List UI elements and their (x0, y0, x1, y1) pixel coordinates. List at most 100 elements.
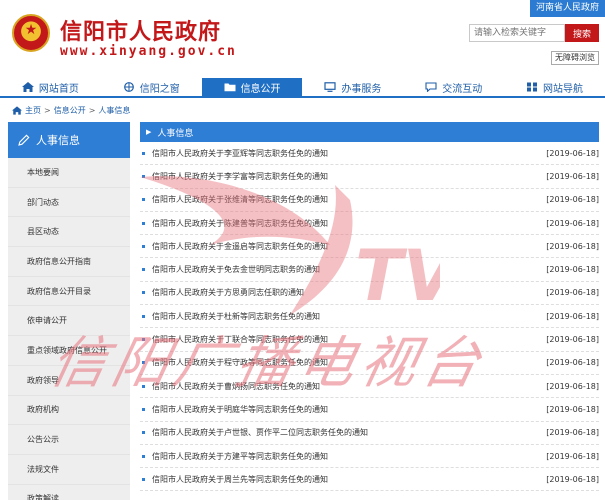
nav-item-window[interactable]: 信阳之窗 (101, 78, 202, 96)
list-item[interactable]: 信阳市人民政府关于曹炳扬同志职务任免的通知 [2019-06-18] (140, 375, 599, 399)
notice-title[interactable]: 信阳市人民政府关于陈建普等同志职务任免的通知 (152, 218, 543, 229)
sidebar-item-announcements[interactable]: 公告公示 (8, 425, 130, 455)
notice-title[interactable]: 信阳市人民政府关于丁联合等同志职务任免的通知 (152, 334, 543, 345)
breadcrumb: 主页 > 信息公开 > 人事信息 (12, 103, 130, 117)
sidebar-item-regulations[interactable]: 法规文件 (8, 455, 130, 485)
notice-title[interactable]: 信阳市人民政府关于李学富等同志职务任免的通知 (152, 171, 543, 182)
nav-item-info-disclosure[interactable]: 信息公开 (201, 78, 303, 96)
list-item[interactable]: 信阳市人民政府关于方思勇同志任职的通知 [2019-06-18] (140, 282, 599, 306)
notice-title[interactable]: 信阳市人民政府关于曹炳扬同志职务任免的通知 (152, 381, 543, 392)
breadcrumb-separator: > (88, 105, 96, 115)
sidebar-item-disclosure-guide[interactable]: 政府信息公开指南 (8, 247, 130, 277)
notice-title[interactable]: 信阳市人民政府关于程守政等同志职务任免的通知 (152, 357, 543, 368)
home-icon (21, 82, 34, 92)
list-item[interactable]: 信阳市人民政府关于卢世银、贾作平二位同志职务任免的通知 [2019-06-18] (140, 422, 599, 445)
notice-title[interactable]: 信阳市人民政府关于金遥启等同志职务任免的通知 (152, 241, 543, 252)
list-item[interactable]: 信阳市人民政府关于李学富等同志职务任免的通知 [2019-06-18] (140, 165, 599, 189)
list-item[interactable]: 信阳市人民政府关于丁联合等同志职务任免的通知 [2019-06-18] (140, 328, 599, 352)
grid-icon (526, 82, 538, 92)
sidebar-item-disclosure-catalog[interactable]: 政府信息公开目录 (8, 277, 130, 307)
bullet-icon (142, 384, 145, 388)
nav-item-services[interactable]: 办事服务 (302, 78, 403, 96)
list-item[interactable]: 信阳市人民政府关于程守政等同志职务任免的通知 [2019-06-18] (140, 352, 599, 375)
bullet-icon (142, 431, 145, 435)
bullet-icon (142, 221, 145, 225)
site-title[interactable]: 信阳市人民政府 (60, 14, 221, 46)
sidebar-item-leaders[interactable]: 政府领导 (8, 366, 130, 396)
breadcrumb-info-disclosure[interactable]: 信息公开 (54, 105, 86, 116)
main-nav: 网站首页 信阳之窗 信息公开 办事服务 交流互动 网站导航 (0, 78, 605, 98)
list-item[interactable]: 信阳市人民政府关于明庭华等同志职务任免的通知 [2019-06-18] (140, 398, 599, 422)
nav-label: 网站导航 (543, 83, 584, 95)
triangle-right-icon: ▶ (146, 128, 152, 136)
bullet-icon (142, 268, 145, 272)
search-input[interactable] (469, 24, 565, 42)
sidebar-item-key-areas[interactable]: 重点领域政府信息公开 (8, 336, 130, 366)
notice-date: [2019-06-18] (546, 428, 599, 438)
province-gov-link[interactable]: 河南省人民政府 (529, 0, 605, 17)
notice-date: [2019-06-18] (546, 381, 599, 391)
notice-title[interactable]: 信阳市人民政府关于张维清等同志职务任免的通知 (152, 194, 543, 205)
breadcrumb-separator: > (44, 105, 51, 115)
notice-title[interactable]: 信阳市人民政府关于明庭华等同志职务任免的通知 (152, 404, 543, 415)
nav-item-sitemap[interactable]: 网站导航 (504, 78, 605, 96)
site-domain: www.xinyang.gov.cn (60, 44, 237, 59)
notice-title[interactable]: 信阳市人民政府关于周兰先等同志职务任免的通知 (152, 474, 543, 485)
bullet-icon (142, 244, 145, 248)
sidebar-item-apply-disclosure[interactable]: 依申请公开 (8, 306, 130, 337)
sidebar-item-policy-interpretation[interactable]: 政策解读 (8, 485, 130, 500)
chat-icon (425, 82, 437, 92)
breadcrumb-home[interactable]: 主页 (25, 105, 41, 116)
bullet-icon (142, 454, 145, 458)
notice-date: [2019-06-18] (546, 474, 599, 484)
sidebar-item-local-news[interactable]: 本地要闻 (8, 158, 130, 188)
list-item[interactable]: 信阳市人民政府关于李亚辉等同志职务任免的通知 [2019-06-18] (140, 142, 599, 166)
list-item[interactable]: 信阳市人民政府关于陈建普等同志职务任免的通知 [2019-06-18] (140, 212, 599, 236)
list-item[interactable]: 信阳市人民政府关于金遥启等同志职务任免的通知 [2019-06-18] (140, 235, 599, 259)
nav-item-home[interactable]: 网站首页 (0, 78, 101, 96)
notice-title[interactable]: 信阳市人民政府关于免去金世明同志职务的通知 (152, 264, 543, 275)
home-icon (12, 105, 22, 115)
bullet-icon (142, 198, 145, 202)
monitor-icon (324, 82, 336, 92)
content-header: ▶ 人事信息 (140, 122, 599, 142)
notice-date: [2019-06-18] (546, 195, 599, 205)
nav-label: 网站首页 (38, 83, 79, 95)
globe-icon (123, 82, 135, 92)
notice-title[interactable]: 信阳市人民政府关于李亚辉等同志职务任免的通知 (152, 148, 543, 159)
notice-title[interactable]: 信阳市人民政府关于杜新等同志职务任免的通知 (152, 311, 543, 322)
search-button[interactable]: 搜索 (565, 24, 599, 42)
bullet-icon (142, 477, 145, 481)
list-item[interactable]: 信阳市人民政府关于杜新等同志职务任免的通知 [2019-06-18] (140, 305, 599, 329)
bullet-icon (142, 151, 145, 155)
page: 信阳市人民政府 www.xinyang.gov.cn 河南省人民政府 搜索 无障… (0, 0, 605, 500)
breadcrumb-current[interactable]: 人事信息 (98, 105, 130, 116)
list-item[interactable]: 信阳市人民政府关于周兰先等同志职务任免的通知 [2019-06-18] (140, 468, 599, 492)
notice-list: 信阳市人民政府关于李亚辉等同志职务任免的通知 [2019-06-18] 信阳市人民政… (140, 142, 599, 492)
bullet-icon (142, 174, 145, 178)
folder-icon (224, 82, 236, 92)
content-title: 人事信息 (157, 128, 194, 139)
notice-title[interactable]: 信阳市人民政府关于方思勇同志任职的通知 (152, 287, 543, 298)
notice-date: [2019-06-18] (546, 451, 599, 461)
notice-title[interactable]: 信阳市人民政府关于方建平等同志职务任免的通知 (152, 451, 543, 462)
notice-date: [2019-06-18] (546, 311, 599, 321)
barrier-free-button[interactable]: 无障碍浏览 (551, 51, 599, 65)
list-item[interactable]: 信阳市人民政府关于张维清等同志职务任免的通知 [2019-06-18] (140, 189, 599, 212)
sidebar-item-county-news[interactable]: 县区动态 (8, 217, 130, 248)
bullet-icon (142, 338, 145, 342)
pencil-icon (18, 134, 30, 146)
bullet-icon (142, 314, 145, 318)
sidebar-header: 人事信息 (8, 122, 130, 158)
notice-date: [2019-06-18] (546, 148, 599, 158)
notice-title[interactable]: 信阳市人民政府关于卢世银、贾作平二位同志职务任免的通知 (152, 427, 543, 438)
bullet-icon (142, 407, 145, 411)
notice-date: [2019-06-18] (546, 171, 599, 181)
sidebar-item-agencies[interactable]: 政府机构 (8, 396, 130, 426)
nav-item-interaction[interactable]: 交流互动 (403, 78, 504, 96)
notice-date: [2019-06-18] (546, 335, 599, 345)
list-item[interactable]: 信阳市人民政府关于免去金世明同志职务的通知 [2019-06-18] (140, 258, 599, 282)
sidebar-item-dept-news[interactable]: 部门动态 (8, 188, 130, 218)
list-item[interactable]: 信阳市人民政府关于方建平等同志职务任免的通知 [2019-06-18] (140, 445, 599, 469)
content-panel: ▶ 人事信息 信阳市人民政府关于李亚辉等同志职务任免的通知 [2019-06-18… (140, 122, 599, 492)
